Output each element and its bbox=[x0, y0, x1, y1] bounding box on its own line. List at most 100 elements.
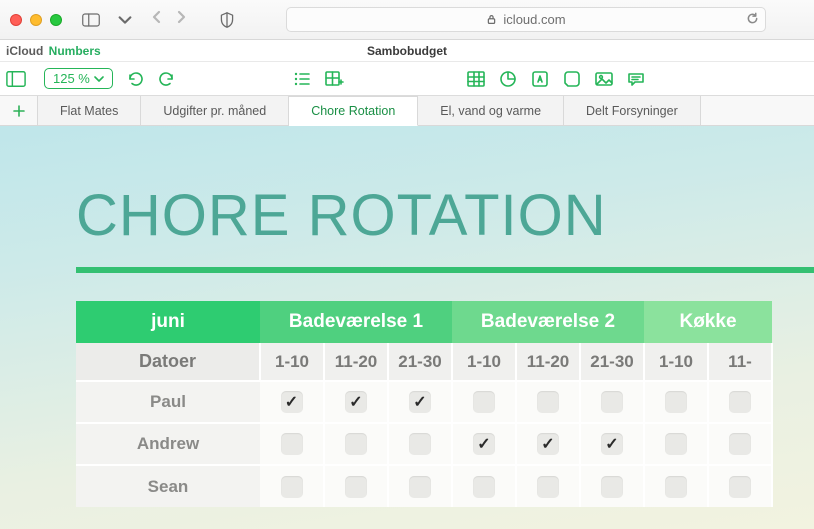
checkbox[interactable] bbox=[601, 391, 623, 413]
checkbox-cell[interactable] bbox=[388, 423, 452, 465]
date-header[interactable]: 1-10 bbox=[644, 343, 708, 381]
brand-icloud[interactable]: iCloud bbox=[6, 44, 43, 58]
row-name[interactable]: Sean bbox=[76, 465, 260, 507]
back-button[interactable] bbox=[150, 10, 164, 29]
tab-overview-chevron[interactable] bbox=[112, 10, 138, 30]
header-group-1[interactable]: Badeværelse 1 bbox=[260, 301, 452, 343]
date-header[interactable]: 11-20 bbox=[516, 343, 580, 381]
checkbox[interactable] bbox=[473, 476, 495, 498]
close-window-button[interactable] bbox=[10, 14, 22, 26]
header-group-3[interactable]: Køkke bbox=[644, 301, 772, 343]
list-view-icon[interactable] bbox=[292, 69, 312, 89]
date-header[interactable]: 1-10 bbox=[452, 343, 516, 381]
checkbox[interactable] bbox=[281, 433, 303, 455]
checkbox[interactable] bbox=[409, 391, 431, 413]
checkbox[interactable] bbox=[729, 476, 751, 498]
comment-icon[interactable] bbox=[626, 69, 646, 89]
checkbox-cell[interactable] bbox=[260, 423, 324, 465]
undo-button[interactable] bbox=[125, 69, 145, 89]
header-group-2[interactable]: Badeværelse 2 bbox=[452, 301, 644, 343]
minimize-window-button[interactable] bbox=[30, 14, 42, 26]
insert-table-icon[interactable] bbox=[324, 69, 344, 89]
shape-icon[interactable] bbox=[562, 69, 582, 89]
checkbox[interactable] bbox=[345, 391, 367, 413]
zoom-window-button[interactable] bbox=[50, 14, 62, 26]
checkbox[interactable] bbox=[665, 476, 687, 498]
brand-numbers[interactable]: Numbers bbox=[49, 44, 101, 58]
checkbox[interactable] bbox=[601, 476, 623, 498]
date-header[interactable]: 1-10 bbox=[260, 343, 324, 381]
checkbox[interactable] bbox=[537, 433, 559, 455]
checkbox[interactable] bbox=[345, 476, 367, 498]
header-month[interactable]: juni bbox=[76, 301, 260, 343]
checkbox-cell[interactable] bbox=[452, 465, 516, 507]
table-icon[interactable] bbox=[466, 69, 486, 89]
sheet-tab-0[interactable]: Flat Mates bbox=[38, 96, 141, 125]
sheet-tab-2[interactable]: Chore Rotation bbox=[289, 96, 418, 126]
checkbox-cell[interactable] bbox=[324, 423, 388, 465]
checkbox-cell[interactable] bbox=[644, 465, 708, 507]
sheet-tab-4[interactable]: Delt Forsyninger bbox=[564, 96, 701, 125]
date-header[interactable]: 21-30 bbox=[580, 343, 644, 381]
checkbox-cell[interactable] bbox=[516, 465, 580, 507]
checkbox-cell[interactable] bbox=[388, 465, 452, 507]
add-sheet-button[interactable] bbox=[0, 96, 38, 125]
forward-button[interactable] bbox=[174, 10, 188, 29]
privacy-shield-icon[interactable] bbox=[214, 10, 240, 30]
checkbox[interactable] bbox=[281, 391, 303, 413]
chore-table[interactable]: juni Badeværelse 1 Badeværelse 2 Køkke D… bbox=[76, 301, 773, 507]
image-icon[interactable] bbox=[594, 69, 614, 89]
checkbox-cell[interactable] bbox=[708, 423, 772, 465]
checkbox-cell[interactable] bbox=[260, 465, 324, 507]
checkbox[interactable] bbox=[473, 433, 495, 455]
date-header[interactable]: 11- bbox=[708, 343, 772, 381]
checkbox-cell[interactable] bbox=[580, 423, 644, 465]
checkbox[interactable] bbox=[729, 391, 751, 413]
checkbox[interactable] bbox=[345, 433, 367, 455]
checkbox[interactable] bbox=[537, 391, 559, 413]
row-name[interactable]: Andrew bbox=[76, 423, 260, 465]
date-header[interactable]: 11-20 bbox=[324, 343, 388, 381]
checkbox[interactable] bbox=[473, 391, 495, 413]
reload-button[interactable] bbox=[746, 12, 759, 28]
document-title: Sambobudget bbox=[367, 44, 447, 58]
sidepanel-toggle-icon[interactable] bbox=[6, 69, 26, 89]
checkbox-cell[interactable] bbox=[452, 423, 516, 465]
heading-underline bbox=[76, 267, 814, 273]
row-name[interactable]: Paul bbox=[76, 381, 260, 423]
checkbox[interactable] bbox=[729, 433, 751, 455]
sheet-tab-1[interactable]: Udgifter pr. måned bbox=[141, 96, 289, 125]
checkbox-cell[interactable] bbox=[324, 465, 388, 507]
checkbox-cell[interactable] bbox=[708, 465, 772, 507]
window-controls bbox=[10, 14, 62, 26]
checkbox-cell[interactable] bbox=[708, 381, 772, 423]
checkbox[interactable] bbox=[409, 433, 431, 455]
checkbox[interactable] bbox=[281, 476, 303, 498]
checkbox[interactable] bbox=[537, 476, 559, 498]
checkbox-cell[interactable] bbox=[644, 423, 708, 465]
dates-label[interactable]: Datoer bbox=[76, 343, 260, 381]
redo-button[interactable] bbox=[157, 69, 177, 89]
date-header[interactable]: 21-30 bbox=[388, 343, 452, 381]
chart-icon[interactable] bbox=[498, 69, 518, 89]
checkbox-cell[interactable] bbox=[580, 465, 644, 507]
checkbox-cell[interactable] bbox=[452, 381, 516, 423]
checkbox-cell[interactable] bbox=[516, 381, 580, 423]
checkbox[interactable] bbox=[665, 433, 687, 455]
text-icon[interactable] bbox=[530, 69, 550, 89]
checkbox[interactable] bbox=[601, 433, 623, 455]
checkbox-cell[interactable] bbox=[516, 423, 580, 465]
checkbox-cell[interactable] bbox=[388, 381, 452, 423]
checkbox-cell[interactable] bbox=[324, 381, 388, 423]
checkbox-cell[interactable] bbox=[580, 381, 644, 423]
spreadsheet-canvas[interactable]: Chore Rotation juni Badeværelse 1 Badevæ… bbox=[0, 126, 814, 529]
sidebar-toggle-button[interactable] bbox=[78, 10, 104, 30]
checkbox-cell[interactable] bbox=[260, 381, 324, 423]
checkbox[interactable] bbox=[665, 391, 687, 413]
address-bar[interactable]: icloud.com bbox=[286, 7, 766, 32]
checkbox[interactable] bbox=[409, 476, 431, 498]
checkbox-cell[interactable] bbox=[644, 381, 708, 423]
sheet-tab-3[interactable]: El, vand og varme bbox=[418, 96, 564, 125]
numbers-toolbar: 125 % bbox=[0, 62, 814, 96]
zoom-select[interactable]: 125 % bbox=[44, 68, 113, 89]
